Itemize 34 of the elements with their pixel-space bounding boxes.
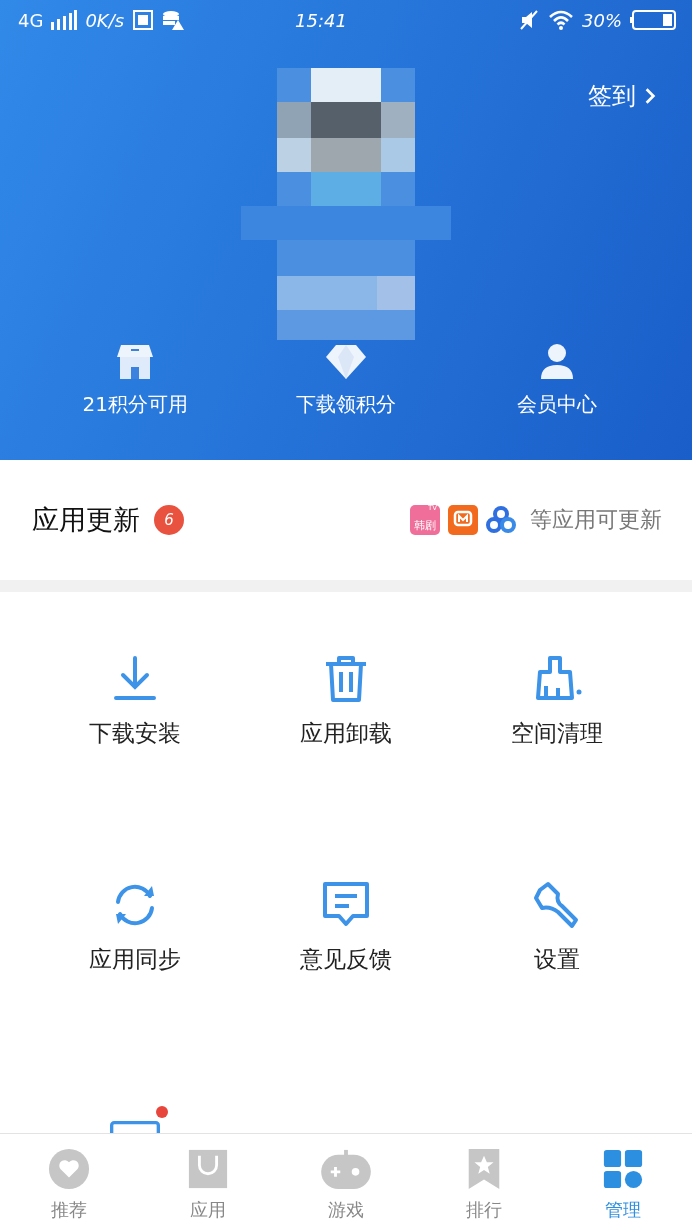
mute-icon: [518, 10, 540, 30]
wifi-icon: [548, 10, 574, 30]
tool-button[interactable]: 应用卸载: [240, 654, 452, 764]
network-type: 4G: [18, 9, 44, 31]
bag-icon: [186, 1148, 229, 1190]
sign-in-button[interactable]: 签到: [588, 80, 656, 112]
grid-icon: [601, 1148, 644, 1190]
tab[interactable]: 管理: [553, 1134, 692, 1230]
network-speed: 0K/s: [85, 9, 125, 31]
notification-icon: [132, 10, 155, 30]
stat-button[interactable]: 会员中心: [451, 340, 662, 419]
update-note: 等应用可更新: [530, 506, 662, 534]
tool-button[interactable]: 空间清理: [451, 654, 662, 764]
chevron-icon: [644, 87, 656, 105]
stat-button[interactable]: 下载领积分: [240, 340, 452, 419]
update-title: 应用更新: [32, 503, 140, 537]
stat-button[interactable]: 21积分可用: [30, 340, 241, 419]
tab[interactable]: 推荐: [0, 1134, 139, 1230]
app-icon: [448, 505, 478, 535]
tool-button[interactable]: 下载安装: [30, 654, 241, 764]
signal-icon: [51, 10, 78, 30]
tool-button[interactable]: 意见反馈: [240, 880, 452, 990]
clock-time: 15:41: [295, 9, 348, 31]
tool-button[interactable]: 设置: [451, 880, 662, 990]
cloud-app-icon: [486, 505, 516, 535]
tool-button[interactable]: 应用同步: [30, 880, 241, 990]
tab[interactable]: 应用: [138, 1134, 277, 1230]
battery-icon: [630, 10, 676, 30]
tab[interactable]: 排行: [415, 1134, 554, 1230]
gamepad-icon: [320, 1148, 372, 1190]
tab[interactable]: 游戏: [276, 1134, 416, 1230]
battery-percent: 30%: [582, 9, 622, 31]
database-warning-icon: [162, 10, 185, 30]
update-count: 6: [154, 505, 184, 535]
